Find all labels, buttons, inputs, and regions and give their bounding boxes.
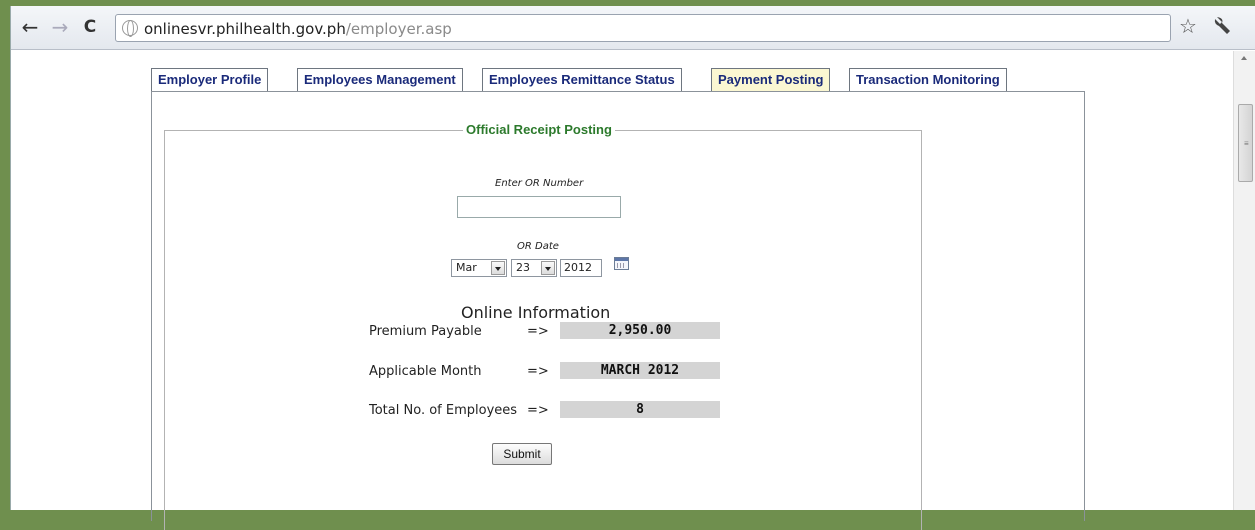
total-employees-value: 8 <box>560 401 720 418</box>
or-number-label: Enter OR Number <box>495 178 584 189</box>
tab-transaction-monitoring[interactable]: Transaction Monitoring <box>849 68 1007 91</box>
vertical-scrollbar[interactable]: ≡ <box>1233 51 1255 510</box>
total-employees-label: Total No. of Employees <box>369 403 518 418</box>
online-information-title: Online Information <box>461 303 611 322</box>
globe-icon <box>122 20 138 37</box>
tab-employees-remittance-status[interactable]: Employees Remittance Status <box>482 68 682 91</box>
premium-payable-label: Premium Payable <box>369 324 482 339</box>
wrench-menu-icon[interactable] <box>1214 15 1232 40</box>
applicable-month-label: Applicable Month <box>369 364 482 379</box>
applicable-month-value: MARCH 2012 <box>560 362 720 379</box>
chevron-down-icon <box>541 261 555 275</box>
scrollbar-thumb[interactable]: ≡ <box>1238 104 1253 182</box>
url-host: onlinesvr.philhealth.gov.ph <box>144 20 346 38</box>
month-arrow: => <box>527 364 549 379</box>
scroll-up-icon[interactable] <box>1241 56 1247 60</box>
submit-button[interactable]: Submit <box>492 443 552 465</box>
tab-employer-profile[interactable]: Employer Profile <box>151 68 269 91</box>
url-text[interactable]: onlinesvr.philhealth.gov.ph/employer.asp <box>144 20 452 38</box>
bookmark-star-icon[interactable]: ☆ <box>1179 14 1197 38</box>
back-arrow-icon[interactable]: ← <box>19 15 41 39</box>
reload-icon[interactable]: C <box>79 15 101 39</box>
or-date-label: OR Date <box>517 241 559 252</box>
employees-arrow: => <box>527 403 549 418</box>
browser-window: ← → C onlinesvr.philhealth.gov.ph/employ… <box>10 6 1255 530</box>
day-select[interactable]: 23 <box>511 259 557 277</box>
tab-employees-management[interactable]: Employees Management <box>297 68 463 91</box>
month-value: Mar <box>456 261 477 274</box>
forward-arrow-icon[interactable]: → <box>49 15 71 39</box>
premium-arrow: => <box>527 324 549 339</box>
calendar-icon[interactable] <box>614 257 629 270</box>
chevron-down-icon <box>491 261 505 275</box>
premium-payable-value: 2,950.00 <box>560 322 720 339</box>
tab-panel: Official Receipt Posting Enter OR Number… <box>151 91 1085 530</box>
browser-toolbar: ← → C onlinesvr.philhealth.gov.ph/employ… <box>11 6 1255 50</box>
fieldset-legend: Official Receipt Posting <box>463 122 615 137</box>
grip-icon: ≡ <box>1244 139 1249 148</box>
page-content: Employer Profile Employees Management Em… <box>11 51 1233 530</box>
year-input[interactable]: 2012 <box>560 259 602 277</box>
official-receipt-fieldset: Official Receipt Posting Enter OR Number… <box>164 122 922 530</box>
or-number-input[interactable] <box>457 196 621 218</box>
day-value: 23 <box>516 261 530 274</box>
url-path: /employer.asp <box>345 20 452 38</box>
month-select[interactable]: Mar <box>451 259 507 277</box>
tab-payment-posting[interactable]: Payment Posting <box>711 68 831 91</box>
address-bar[interactable]: onlinesvr.philhealth.gov.ph/employer.asp <box>115 14 1171 42</box>
